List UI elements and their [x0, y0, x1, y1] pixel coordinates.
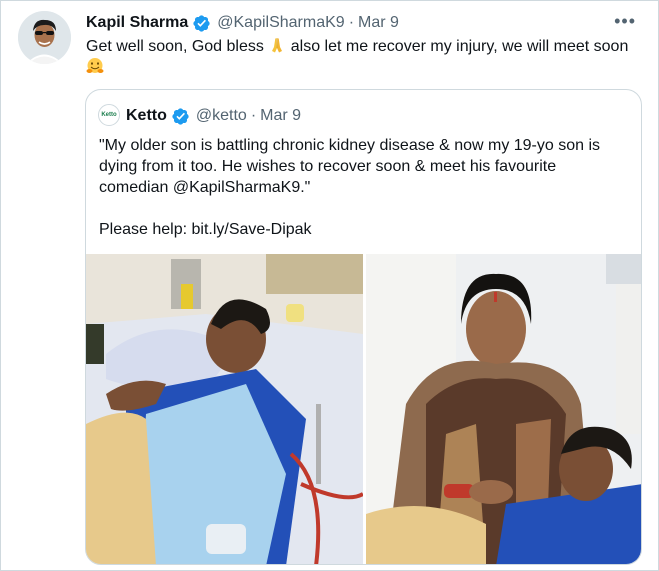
hugging-face-emoji-icon	[86, 58, 104, 73]
quoted-author-handle[interactable]: @ketto	[196, 107, 247, 125]
folded-hands-emoji-icon	[272, 38, 283, 53]
photo-gallery	[86, 254, 641, 564]
kapil-sharma-avatar[interactable]	[18, 11, 71, 64]
tweet-date[interactable]: Mar 9	[358, 14, 399, 32]
tweet-text: Get well soon, God bless also let me rec…	[86, 36, 631, 78]
tweet-card[interactable]: Kapil Sharma @KapilSharmaK9 · Mar 9 ••• …	[0, 0, 659, 571]
quoted-tweet-header: Ketto @ketto · Mar 9	[126, 106, 301, 126]
tweet-text-part1: Get well soon, God bless	[86, 38, 269, 55]
quoted-author-name[interactable]: Ketto	[126, 107, 167, 125]
quoted-tweet-text: "My older son is battling chronic kidney…	[99, 135, 629, 240]
tweet-text-part2: also let me recover my injury, we will m…	[286, 38, 629, 55]
hospital-patient-photo[interactable]	[86, 254, 363, 564]
quoted-text-body: "My older son is battling chronic kidney…	[99, 137, 601, 196]
verified-badge-icon	[193, 14, 210, 32]
separator-dot: ·	[348, 14, 355, 31]
ketto-avatar[interactable]: Ketto	[98, 104, 120, 126]
more-options-icon[interactable]: •••	[614, 11, 636, 32]
verified-badge-icon	[172, 107, 189, 125]
author-name[interactable]: Kapil Sharma	[86, 14, 188, 32]
quoted-tweet-date[interactable]: Mar 9	[260, 107, 301, 125]
quoted-text-link[interactable]: Please help: bit.ly/Save-Dipak	[99, 219, 629, 240]
separator-dot: ·	[250, 107, 257, 124]
quoted-tweet[interactable]: Ketto Ketto @ketto · Mar 9 "My older son…	[85, 89, 642, 565]
tweet-header: Kapil Sharma @KapilSharmaK9 · Mar 9	[86, 13, 399, 33]
mother-and-son-photo[interactable]	[366, 254, 641, 564]
author-handle[interactable]: @KapilSharmaK9	[217, 14, 344, 32]
